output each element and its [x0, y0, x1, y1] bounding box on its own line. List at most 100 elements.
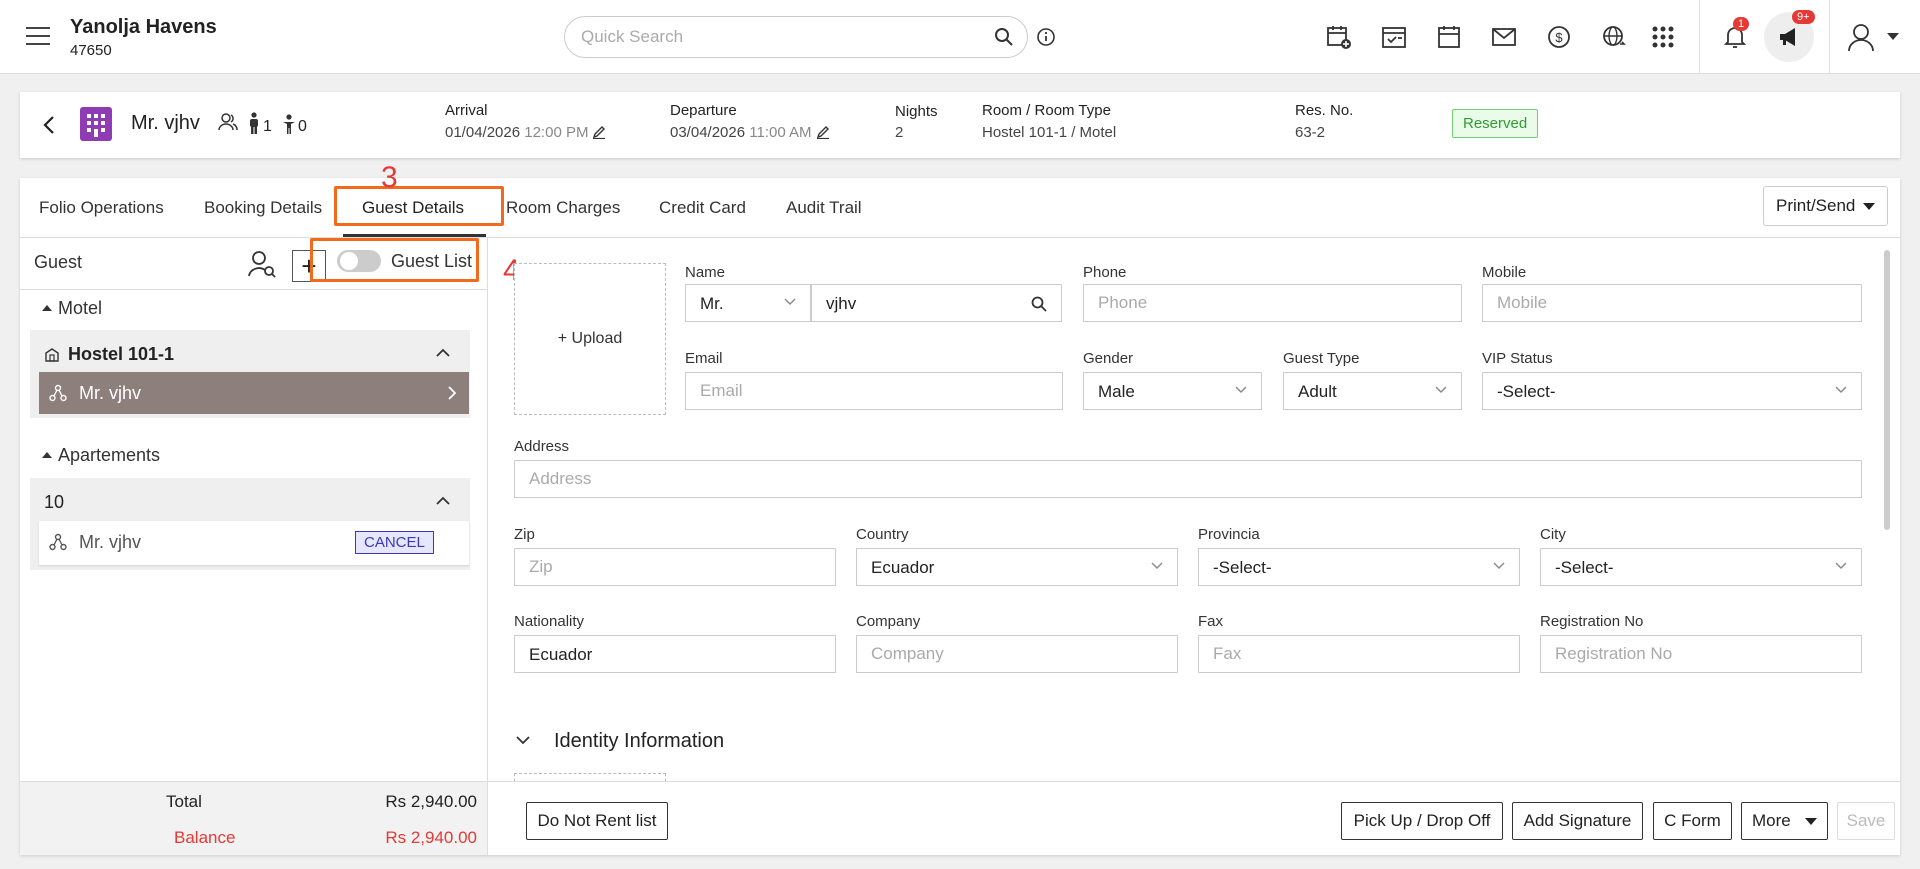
zip-label: Zip: [514, 526, 535, 543]
reservation-guest-name: Mr. vjhv: [131, 112, 200, 134]
nights-label: Nights: [895, 103, 938, 120]
group-motel[interactable]: Motel: [42, 298, 102, 319]
provincia-value: -Select-: [1213, 558, 1272, 577]
mobile-label: Mobile: [1482, 264, 1527, 281]
vip-status-label: VIP Status: [1482, 350, 1553, 367]
user-avatar-icon[interactable]: [1846, 22, 1876, 52]
title-value: Mr.: [700, 294, 724, 313]
user-menu-caret-icon[interactable]: [1887, 33, 1899, 40]
apps-grid-icon[interactable]: [1650, 24, 1676, 50]
tab-audit-trail[interactable]: Audit Trail: [786, 198, 862, 218]
print-send-button[interactable]: Print/Send: [1763, 186, 1888, 226]
departure-value: 03/04/2026 11:00 AM: [670, 124, 830, 141]
form-scrollbar[interactable]: [1884, 250, 1890, 530]
name-label: Name: [685, 264, 726, 281]
menu-icon[interactable]: [26, 27, 50, 47]
guest-row[interactable]: Mr. vjhv CANCEL: [39, 521, 469, 565]
chevron-up-icon[interactable]: [436, 348, 450, 358]
toggle-knob: [340, 252, 358, 270]
chevron-down-icon: [784, 298, 796, 305]
address-input[interactable]: [514, 460, 1862, 498]
back-arrow-icon[interactable]: [40, 114, 58, 136]
tab-room-charges[interactable]: Room Charges: [506, 198, 620, 218]
arrival-value: 01/04/2026 12:00 PM: [445, 124, 606, 141]
group-apartements[interactable]: Apartements: [42, 445, 160, 466]
address-label: Address: [514, 438, 570, 455]
add-signature-button[interactable]: Add Signature: [1512, 802, 1643, 840]
guests-icon: [218, 113, 238, 131]
nationality-input[interactable]: Ecuador: [514, 635, 836, 673]
guest-row-selected[interactable]: Mr. vjhv: [39, 372, 469, 414]
country-label: Country: [856, 526, 909, 543]
gender-value: Male: [1098, 382, 1135, 401]
collapse-triangle-icon: [42, 305, 52, 311]
calendar-icon[interactable]: [1436, 24, 1462, 50]
search-icon[interactable]: [994, 27, 1014, 47]
registration-no-label: Registration No: [1540, 613, 1644, 630]
tab-bar: Folio Operations Booking Details Guest D…: [20, 178, 1900, 238]
guest-search-icon[interactable]: [248, 250, 276, 278]
notification-badge: 1: [1733, 17, 1750, 31]
child-icon: [283, 114, 295, 134]
main-panel: Folio Operations Booking Details Guest D…: [20, 161, 1900, 855]
c-form-button[interactable]: C Form: [1653, 802, 1732, 840]
calendar-check-icon[interactable]: [1381, 24, 1407, 50]
chevron-down-icon[interactable]: [516, 735, 530, 745]
do-not-rent-button[interactable]: Do Not Rent list: [526, 802, 668, 840]
more-button[interactable]: More: [1741, 802, 1828, 840]
megaphone-icon: [1780, 28, 1795, 46]
tab-folio-operations[interactable]: Folio Operations: [39, 198, 164, 218]
fax-input[interactable]: [1198, 635, 1520, 673]
chevron-up-icon[interactable]: [436, 496, 450, 506]
identity-section-title[interactable]: Identity Information: [554, 730, 724, 753]
phone-input[interactable]: [1083, 284, 1462, 322]
provincia-select[interactable]: -Select-: [1198, 548, 1520, 586]
room-name: Hostel 101-1: [68, 344, 175, 364]
currency-icon[interactable]: $: [1546, 24, 1572, 50]
gender-select[interactable]: Male: [1083, 372, 1262, 410]
gender-label: Gender: [1083, 350, 1134, 367]
announcement-badge: 9+: [1792, 10, 1815, 24]
guest-panel-title: Guest: [34, 252, 83, 272]
id-upload-box[interactable]: [514, 773, 666, 781]
arrival-label: Arrival: [445, 102, 488, 119]
quick-search-input[interactable]: [564, 16, 1028, 58]
total-value: Rs 2,940.00: [385, 792, 477, 811]
pickup-dropoff-button[interactable]: Pick Up / Drop Off: [1341, 802, 1503, 840]
globe-icon[interactable]: [1601, 24, 1627, 50]
guest-details-form: + Upload Name Mr. vjhv Phone Mobile Emai…: [488, 238, 1900, 781]
building-icon: [80, 107, 112, 141]
mail-icon[interactable]: [1491, 24, 1517, 50]
email-input[interactable]: [685, 372, 1063, 410]
highlight-guest-details-tab: [334, 186, 504, 226]
chevron-down-icon: [1493, 562, 1505, 569]
balance-value: Rs 2,940.00: [385, 828, 477, 847]
edit-departure-icon[interactable]: [816, 125, 830, 139]
info-icon[interactable]: [1036, 27, 1056, 47]
active-tab-indicator: [343, 234, 486, 237]
zip-input[interactable]: [514, 548, 836, 586]
top-bar: Yanolja Havens 47650 $ 1 9+: [0, 0, 1920, 74]
name-search-icon[interactable]: [1031, 296, 1047, 312]
print-send-label: Print/Send: [1776, 196, 1856, 215]
guest-list-toggle[interactable]: [337, 250, 381, 272]
tab-credit-card[interactable]: Credit Card: [659, 198, 746, 218]
upload-photo-button[interactable]: + Upload: [514, 263, 666, 415]
guest-type-select[interactable]: Adult: [1283, 372, 1462, 410]
chevron-down-icon: [1835, 562, 1847, 569]
edit-arrival-icon[interactable]: [592, 125, 606, 139]
title-select[interactable]: Mr.: [685, 284, 811, 322]
group-apartements-label: Apartements: [58, 445, 161, 465]
city-select[interactable]: -Select-: [1540, 548, 1862, 586]
name-input[interactable]: vjhv: [811, 284, 1062, 322]
company-input[interactable]: [856, 635, 1178, 673]
calendar-add-icon[interactable]: [1326, 24, 1352, 50]
hotel-name[interactable]: Yanolja Havens: [70, 16, 217, 39]
mobile-input[interactable]: [1482, 284, 1862, 322]
country-select[interactable]: Ecuador: [856, 548, 1178, 586]
vip-status-select[interactable]: -Select-: [1482, 372, 1862, 410]
guest-node-icon: [49, 384, 67, 402]
tab-booking-details[interactable]: Booking Details: [204, 198, 322, 218]
registration-no-input[interactable]: [1540, 635, 1862, 673]
save-button[interactable]: Save: [1837, 802, 1895, 840]
